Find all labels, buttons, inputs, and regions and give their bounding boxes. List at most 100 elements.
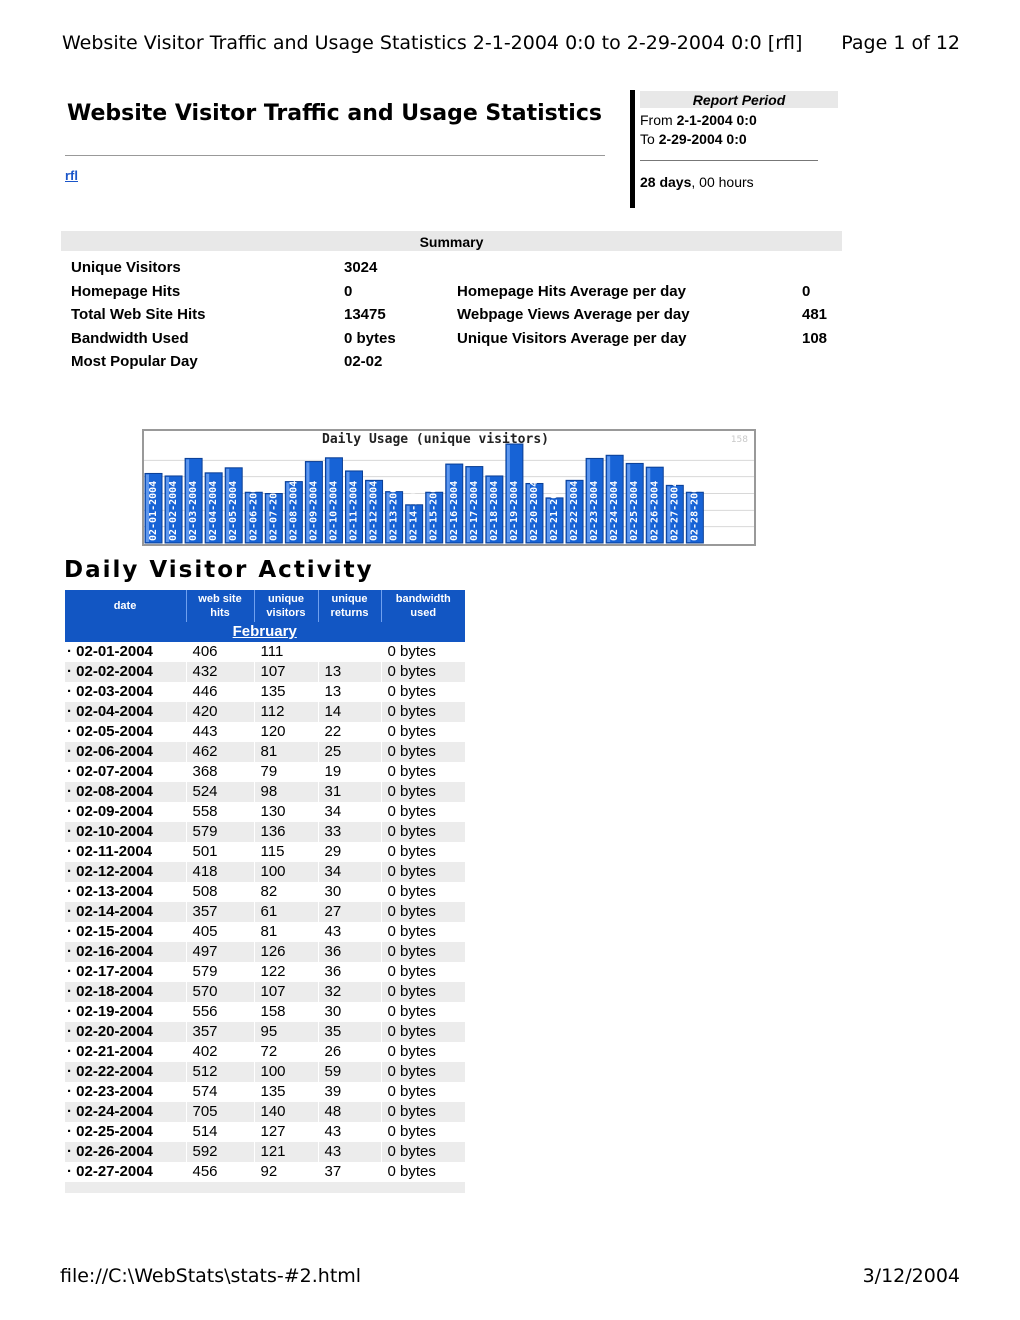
daily-activity-table: date web site hits unique visitors unique r… bbox=[64, 590, 465, 1193]
row-date: · 02-27-2004 bbox=[64, 1162, 186, 1182]
row-hits: 456 bbox=[185, 1162, 254, 1182]
row-unique-returns: 43 bbox=[317, 1122, 381, 1142]
row-date: · 02-03-2004 bbox=[64, 682, 186, 702]
chart-category-label: 02-16-2004 bbox=[449, 481, 460, 541]
row-bandwidth: 0 bytes bbox=[380, 662, 465, 682]
row-unique-visitors: 107 bbox=[253, 662, 318, 682]
row-hits: 406 bbox=[185, 642, 254, 662]
table-row: · 02-12-2004 418 100 34 0 bytes bbox=[64, 862, 465, 882]
row-bandwidth: 0 bytes bbox=[380, 982, 465, 1002]
chart-category-label: 02-04-2004 bbox=[208, 481, 219, 541]
chart-category-label: 02-19-2004 bbox=[509, 481, 520, 541]
table-row: · 02-09-2004 558 130 34 0 bytes bbox=[64, 802, 465, 822]
row-hits: 524 bbox=[185, 782, 254, 802]
row-bandwidth: 0 bytes bbox=[380, 762, 465, 782]
table-footer-row bbox=[64, 1182, 465, 1193]
row-date: · 02-25-2004 bbox=[64, 1122, 186, 1142]
row-unique-visitors: 120 bbox=[253, 722, 318, 742]
row-date: · 02-07-2004 bbox=[64, 762, 186, 782]
summary-label: Bandwidth Used bbox=[71, 330, 189, 347]
chart-max-label: 158 bbox=[731, 435, 748, 445]
table-row: · 02-21-2004 402 72 26 0 bytes bbox=[64, 1042, 465, 1062]
summary-value: 108 bbox=[802, 330, 828, 347]
table-row: · 02-07-2004 368 79 19 0 bytes bbox=[64, 762, 465, 782]
print-page-number: Page 1 of 12 bbox=[841, 32, 960, 54]
row-unique-returns: 30 bbox=[317, 882, 381, 902]
row-date: · 02-24-2004 bbox=[64, 1102, 186, 1122]
row-unique-returns: 33 bbox=[317, 822, 381, 842]
row-date: · 02-15-2004 bbox=[64, 922, 186, 942]
row-unique-visitors: 135 bbox=[253, 682, 318, 702]
row-unique-visitors: 112 bbox=[253, 702, 318, 722]
row-unique-returns: 48 bbox=[317, 1102, 381, 1122]
row-date: · 02-26-2004 bbox=[64, 1142, 186, 1162]
row-unique-returns: 29 bbox=[317, 842, 381, 862]
site-link[interactable]: rfl bbox=[65, 168, 78, 183]
row-hits: 579 bbox=[185, 962, 254, 982]
row-bandwidth: 0 bytes bbox=[380, 702, 465, 722]
chart-category-label: 02-09-2004 bbox=[308, 481, 319, 541]
row-unique-returns: 59 bbox=[317, 1062, 381, 1082]
row-unique-visitors: 95 bbox=[253, 1022, 318, 1042]
table-row: · 02-04-2004 420 112 14 0 bytes bbox=[64, 702, 465, 722]
table-row: · 02-10-2004 579 136 33 0 bytes bbox=[64, 822, 465, 842]
row-bandwidth: 0 bytes bbox=[380, 882, 465, 902]
row-bandwidth: 0 bytes bbox=[380, 922, 465, 942]
month-link[interactable]: February bbox=[233, 623, 297, 640]
row-hits: 418 bbox=[185, 862, 254, 882]
row-hits: 705 bbox=[185, 1102, 254, 1122]
to-value: 2-29-2004 0:0 bbox=[658, 131, 747, 147]
row-hits: 501 bbox=[185, 842, 254, 862]
row-date: · 02-12-2004 bbox=[64, 862, 186, 882]
report-period-to: To 2-29-2004 0:0 bbox=[640, 131, 747, 147]
table-header-row: date web site hits unique visitors unique r… bbox=[64, 590, 465, 622]
row-unique-visitors: 61 bbox=[253, 902, 318, 922]
row-unique-returns: 36 bbox=[317, 942, 381, 962]
row-hits: 558 bbox=[185, 802, 254, 822]
row-hits: 357 bbox=[185, 1022, 254, 1042]
chart-category-label: 02-08-2004 bbox=[288, 481, 299, 541]
row-unique-returns: 19 bbox=[317, 762, 381, 782]
table-row: · 02-20-2004 357 95 35 0 bytes bbox=[64, 1022, 465, 1042]
chart-category-label: 02-28-2004 bbox=[689, 481, 700, 541]
summary-value: 481 bbox=[802, 306, 828, 323]
row-bandwidth: 0 bytes bbox=[380, 722, 465, 742]
table-row: · 02-08-2004 524 98 31 0 bytes bbox=[64, 782, 465, 802]
row-unique-returns: 30 bbox=[317, 1002, 381, 1022]
chart-category-label: 02-07-2004 bbox=[268, 481, 279, 541]
summary-label: Webpage Views Average per day bbox=[457, 306, 690, 323]
row-date: · 02-04-2004 bbox=[64, 702, 186, 722]
table-row: · 02-02-2004 432 107 13 0 bytes bbox=[64, 662, 465, 682]
row-date: · 02-01-2004 bbox=[64, 642, 186, 662]
row-unique-visitors: 82 bbox=[253, 882, 318, 902]
row-bandwidth: 0 bytes bbox=[380, 1142, 465, 1162]
table-row: · 02-26-2004 592 121 43 0 bytes bbox=[64, 1142, 465, 1162]
row-unique-returns: 31 bbox=[317, 782, 381, 802]
daily-activity-title: Daily Visitor Activity bbox=[64, 557, 374, 583]
chart-category-label: 02-21-2004 bbox=[549, 481, 560, 541]
row-hits: 443 bbox=[185, 722, 254, 742]
row-hits: 556 bbox=[185, 1002, 254, 1022]
row-unique-visitors: 135 bbox=[253, 1082, 318, 1102]
report-period-duration: 28 days, 00 hours bbox=[640, 174, 754, 190]
page-title: Website Visitor Traffic and Usage Statis… bbox=[67, 101, 602, 126]
row-bandwidth: 0 bytes bbox=[380, 682, 465, 702]
row-bandwidth: 0 bytes bbox=[380, 1042, 465, 1062]
row-bandwidth: 0 bytes bbox=[380, 742, 465, 762]
row-hits: 514 bbox=[185, 1122, 254, 1142]
summary-value: 3024 bbox=[344, 259, 378, 276]
row-hits: 570 bbox=[185, 982, 254, 1002]
row-unique-returns: 37 bbox=[317, 1162, 381, 1182]
chart-category-label: 02-03-2004 bbox=[188, 481, 199, 541]
row-date: · 02-05-2004 bbox=[64, 722, 186, 742]
row-date: · 02-17-2004 bbox=[64, 962, 186, 982]
summary-label: Homepage Hits bbox=[71, 283, 181, 300]
summary-label: Homepage Hits Average per day bbox=[457, 283, 686, 300]
chart-category-label: 02-05-2004 bbox=[228, 481, 239, 541]
row-date: · 02-11-2004 bbox=[64, 842, 186, 862]
row-unique-returns: 14 bbox=[317, 702, 381, 722]
report-period-bar bbox=[630, 90, 635, 208]
table-row: · 02-11-2004 501 115 29 0 bytes bbox=[64, 842, 465, 862]
row-unique-visitors: 127 bbox=[253, 1122, 318, 1142]
chart-category-label: 02-25-2004 bbox=[629, 481, 640, 541]
